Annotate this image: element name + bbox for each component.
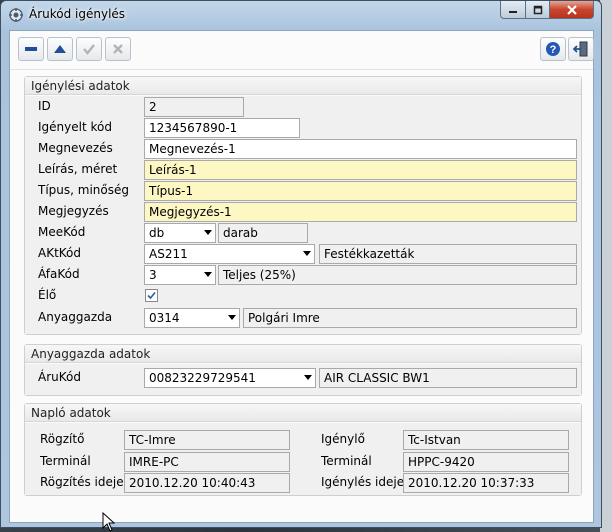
chevron-down-icon[interactable] bbox=[204, 272, 212, 277]
type-quality-input[interactable]: Típus-1 bbox=[144, 181, 577, 201]
vat-code-dropdown[interactable]: 3 bbox=[144, 265, 216, 285]
log-data-body: Rögzítő TC-Imre Terminál IMRE-PC Rögzíté… bbox=[25, 423, 581, 495]
requester-field: Tc-Istvan bbox=[403, 430, 569, 450]
help-button[interactable]: ? bbox=[540, 37, 566, 61]
owner-description: Polgári Imre bbox=[243, 308, 577, 328]
log-data-header: Napló adatok bbox=[25, 404, 581, 422]
unit-code-description: darab bbox=[218, 223, 308, 243]
recorder-field: TC-Imre bbox=[124, 430, 290, 450]
description-input[interactable]: Leírás-1 bbox=[144, 160, 577, 180]
mouse-cursor-icon bbox=[102, 512, 116, 532]
vat-code-label: ÁfaKód bbox=[38, 267, 80, 281]
request-data-body: ID 2 Igényelt kód 1234567890-1 Megnevezé… bbox=[25, 96, 581, 334]
product-group-description: Festékkazetták bbox=[319, 244, 577, 264]
exit-door-icon bbox=[573, 41, 588, 57]
dialog-content: ? Igénylési adatok ID 2 Igényelt kód 123… bbox=[9, 30, 594, 523]
request-data-header: Igénylési adatok bbox=[25, 77, 581, 95]
unit-code-dropdown[interactable]: db bbox=[144, 223, 216, 243]
app-icon bbox=[9, 8, 23, 22]
requested-at-field: 2010.12.20 10:37:33 bbox=[403, 473, 569, 493]
note-label: Megjegyzés bbox=[38, 204, 109, 218]
minimize-icon bbox=[509, 10, 517, 13]
remove-button[interactable] bbox=[18, 37, 44, 61]
id-label: ID bbox=[38, 99, 51, 113]
help-icon: ? bbox=[546, 42, 560, 56]
maximize-button[interactable] bbox=[525, 1, 550, 19]
close-icon bbox=[566, 4, 577, 15]
vat-code-value: 3 bbox=[149, 268, 157, 282]
checkmark-icon bbox=[147, 291, 156, 300]
log-data-section: Napló adatok Rögzítő TC-Imre Terminál IM… bbox=[24, 403, 582, 496]
item-code-value: 00823229729541 bbox=[149, 371, 256, 385]
vat-code-description: Teljes (25%) bbox=[218, 265, 577, 285]
x-icon bbox=[113, 44, 123, 54]
request-data-section: Igénylési adatok ID 2 Igényelt kód 12345… bbox=[24, 76, 582, 335]
terminal-label: Terminál bbox=[40, 454, 91, 468]
item-code-dropdown[interactable]: 00823229729541 bbox=[144, 368, 316, 388]
chevron-down-icon[interactable] bbox=[304, 375, 312, 380]
owner-data-body: ÁruKód 00823229729541 AIR CLASSIC BW1 bbox=[25, 364, 581, 395]
owner-dropdown[interactable]: 0314 bbox=[144, 308, 240, 328]
chevron-down-icon[interactable] bbox=[228, 315, 236, 320]
minimize-button[interactable] bbox=[500, 1, 526, 19]
requester-terminal-field: HPPC-9420 bbox=[403, 452, 569, 472]
item-code-label: ÁruKód bbox=[38, 370, 81, 384]
minus-icon bbox=[25, 47, 37, 51]
chevron-down-icon[interactable] bbox=[204, 230, 212, 235]
title-bar[interactable]: Árukód igénylés bbox=[1, 1, 601, 29]
window-title: Árukód igénylés bbox=[29, 7, 126, 21]
id-field: 2 bbox=[144, 97, 244, 117]
note-input[interactable]: Megjegyzés-1 bbox=[144, 202, 577, 222]
item-code-description: AIR CLASSIC BW1 bbox=[319, 368, 577, 388]
name-input[interactable]: Megnevezés-1 bbox=[144, 139, 577, 159]
cancel-button[interactable] bbox=[105, 37, 131, 61]
requester-label: Igénylő bbox=[321, 432, 365, 446]
requested-code-input[interactable]: 1234567890-1 bbox=[144, 118, 300, 138]
chevron-down-icon[interactable] bbox=[303, 251, 311, 256]
unit-code-label: MeeKód bbox=[38, 225, 86, 239]
requested-at-label: Igénylés ideje bbox=[321, 475, 405, 489]
description-label: Leírás, méret bbox=[38, 162, 118, 176]
recorder-label: Rögzítő bbox=[40, 432, 85, 446]
confirm-button[interactable] bbox=[76, 37, 102, 61]
svg-text:?: ? bbox=[550, 44, 557, 56]
requested-code-label: Igényelt kód bbox=[38, 120, 112, 134]
owner-data-header: Anyaggazda adatok bbox=[25, 345, 581, 363]
maximize-icon bbox=[533, 5, 542, 14]
recorded-at-field: 2010.12.20 10:40:43 bbox=[124, 473, 290, 493]
product-group-label: AKtKód bbox=[38, 246, 82, 260]
owner-value: 0314 bbox=[149, 311, 180, 325]
type-quality-label: Típus, minőség bbox=[38, 183, 129, 197]
product-group-value: AS211 bbox=[149, 247, 188, 261]
name-label: Megnevezés bbox=[38, 141, 113, 155]
checkmark-icon bbox=[83, 44, 95, 55]
move-up-button[interactable] bbox=[47, 37, 73, 61]
owner-data-section: Anyaggazda adatok ÁruKód 00823229729541 … bbox=[24, 344, 582, 396]
app-window: Árukód igénylés ? Igénylési adatok ID 2 … bbox=[0, 0, 602, 528]
recorder-terminal-field: IMRE-PC bbox=[124, 452, 290, 472]
triangle-up-icon bbox=[54, 45, 66, 53]
unit-code-value: db bbox=[149, 226, 165, 240]
toolbar: ? bbox=[10, 31, 594, 70]
recorded-at-label: Rögzítés ideje bbox=[40, 475, 124, 489]
active-label: Élő bbox=[38, 288, 57, 302]
active-checkbox[interactable] bbox=[145, 289, 158, 302]
product-group-dropdown[interactable]: AS211 bbox=[144, 244, 315, 264]
exit-button[interactable] bbox=[568, 37, 594, 61]
terminal-label: Terminál bbox=[321, 454, 372, 468]
owner-label: Anyaggazda bbox=[38, 310, 113, 324]
close-button[interactable] bbox=[549, 1, 594, 19]
